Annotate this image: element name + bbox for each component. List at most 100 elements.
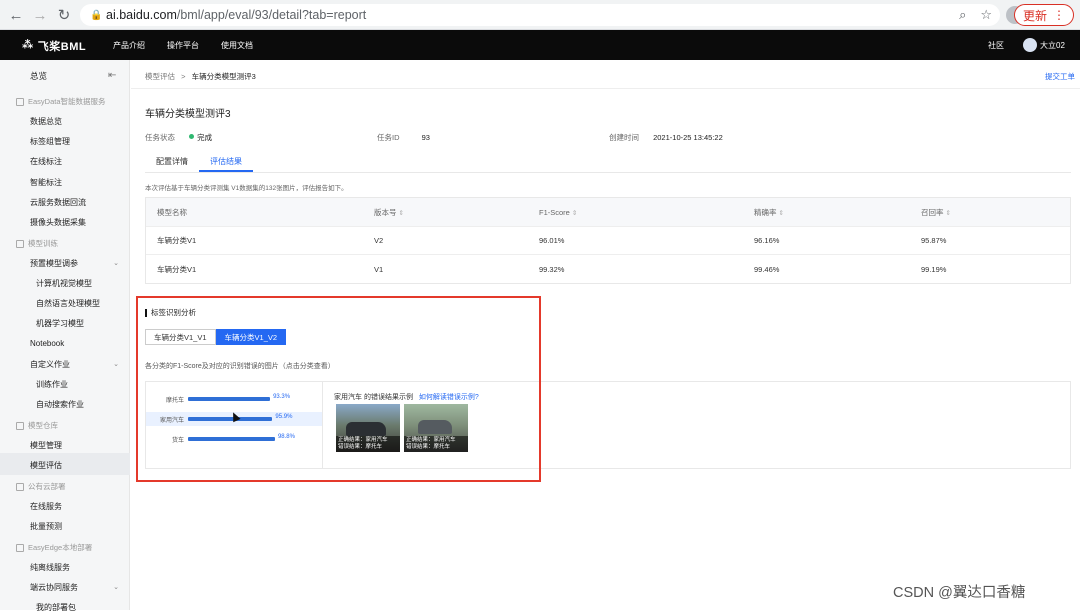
sidebar-item-model-manage[interactable]: 模型管理 [30,440,62,451]
chevron-down-icon[interactable]: ⌄ [113,259,119,267]
header-label: 召回率 [921,207,944,217]
data-service-icon [16,97,24,106]
detail-tabs: 配置详情 评估结果 [145,154,253,172]
zoom-icon[interactable]: ⌕ [959,7,966,23]
reload-icon[interactable]: ↻ [52,3,76,27]
task-id-label: 任务ID [377,133,400,142]
tab-eval-result[interactable]: 评估结果 [199,154,253,172]
header-label: F1-Score [539,207,570,217]
sort-icon[interactable]: ⇕ [399,210,404,217]
cube-icon [16,239,24,248]
col-recall[interactable]: 召回率 ⇕ [910,207,1070,218]
user-avatar[interactable] [1023,38,1037,52]
brand-logo[interactable]: ⁂ 飞桨BML [22,38,86,54]
col-model-name: 模型名称 [146,207,363,218]
forward-icon[interactable]: → [28,3,52,27]
status-value: 完成 [197,133,213,142]
table-header-row: 模型名称 版本号 ⇕ F1-Score ⇕ 精确率 ⇕ 召回率 ⇕ [146,198,1070,227]
cell-precision: 96.16% [754,236,780,245]
page-title: 车辆分类模型测评3 [145,109,231,120]
submit-ticket-link[interactable]: 提交工单 [1045,71,1075,82]
sidebar-item-cloud-backflow[interactable]: 云服务数据回流 [30,197,86,208]
top-menu: 产品介绍 操作平台 使用文档 [113,40,253,51]
create-time-label: 创建时间 [609,133,639,142]
sidebar-item-online-service[interactable]: 在线服务 [30,501,62,512]
status-dot-icon [189,134,195,139]
cell-recall: 95.87% [921,236,947,245]
col-precision[interactable]: 精确率 ⇕ [743,207,910,218]
cell-f1-score: 99.32% [539,264,565,274]
sidebar-item-cv-model[interactable]: 计算机视觉模型 [36,278,92,289]
chevron-down-icon[interactable]: ⌄ [113,583,119,591]
table-row: 车辆分类V1 V2 96.01% 96.16% 95.87% [146,227,1070,255]
breadcrumb: 模型评估 > 车辆分类模型测评3 [145,71,256,82]
warehouse-icon [16,421,24,430]
eval-table: 模型名称 版本号 ⇕ F1-Score ⇕ 精确率 ⇕ 召回率 ⇕ 车辆分类V1 V2 … [145,197,1071,284]
cell-model-name: 车辆分类V1 [157,264,197,274]
browser-toolbar: ← → ↻ 🔒 ai.baidu.com/bml/app/eval/93/det… [0,0,1080,30]
community-link[interactable]: 社区 [988,40,1004,51]
cell-version: V1 [374,264,384,274]
sidebar-item-batch-predict[interactable]: 批量预测 [30,521,62,532]
address-bar[interactable]: 🔒 ai.baidu.com/bml/app/eval/93/detail?ta… [80,4,1000,26]
col-f1-score[interactable]: F1-Score ⇕ [528,208,743,217]
sidebar-group-label: EasyData智能数据服务 [28,97,106,106]
sidebar-item-preset-tune[interactable]: 预置模型调参 [30,258,78,269]
sidebar-item-edge-cloud[interactable]: 端云协同服务 [30,582,78,593]
sidebar-item-smart-label[interactable]: 智能标注 [30,177,62,188]
user-name[interactable]: 大立02 [1040,40,1065,51]
sidebar-item-nlp-model[interactable]: 自然语言处理模型 [36,298,100,309]
table-row: 车辆分类V1 V1 99.32% 99.46% 99.19% [146,255,1070,283]
col-version[interactable]: 版本号 ⇕ [363,207,528,218]
sidebar-item-ml-model[interactable]: 机器学习模型 [36,318,84,329]
task-status: 任务状态 完成 [145,132,212,143]
task-id: 任务ID 93 [377,132,430,143]
cell-model-name: 车辆分类V1 [157,236,197,245]
menu-product-intro[interactable]: 产品介绍 [113,40,145,51]
create-time-value: 2021-10-25 13:45:22 [653,133,723,142]
cell-f1-score: 96.01% [539,236,565,245]
sidebar-item-custom-job[interactable]: 自定义作业 [30,359,70,370]
sidebar-group-label: EasyEdge本地部署 [28,543,93,552]
lock-icon: 🔒 [90,9,103,21]
brand-name: 飞桨BML [37,41,87,53]
annotation-red-box [136,296,541,482]
sort-icon[interactable]: ⇕ [572,210,577,217]
header-label: 模型名称 [157,207,187,217]
sidebar-item-model-eval[interactable]: 模型评估 [30,460,62,471]
sidebar-item-train-job[interactable]: 训练作业 [36,379,68,390]
menu-platform[interactable]: 操作平台 [167,40,199,51]
breadcrumb-parent[interactable]: 模型评估 [145,72,175,81]
header-label: 版本号 [374,207,397,217]
sidebar-group-label: 模型训练 [28,239,58,248]
chevron-down-icon[interactable]: ⌄ [113,360,119,368]
tab-config-detail[interactable]: 配置详情 [145,154,199,172]
sort-icon[interactable]: ⇕ [946,210,951,217]
sidebar-item-my-packages[interactable]: 我的部署包 [36,602,76,613]
back-icon[interactable]: ← [4,3,28,27]
edge-deploy-icon [16,543,24,552]
update-button[interactable]: 更新 ⋮ [1013,4,1074,26]
sidebar-item-data-overview[interactable]: 数据总览 [30,116,62,127]
sidebar-item-notebook[interactable]: Notebook [30,339,64,348]
sidebar-group-easydata: EasyData智能数据服务 [16,96,106,107]
watermark: CSDN @翼达口香糖 [893,585,1026,601]
sidebar-item-online-label[interactable]: 在线标注 [30,156,62,167]
collapse-sidebar-icon[interactable]: ⇤ [108,70,116,81]
sidebar-group-label: 公有云部署 [28,482,66,491]
sidebar-group-training: 模型训练 [16,238,58,249]
sidebar-group-cloud: 公有云部署 [16,481,66,492]
cell-version: V2 [374,236,384,245]
breadcrumb-current: 车辆分类模型测评3 [191,72,256,81]
sidebar-item-auto-search[interactable]: 自动搜索作业 [36,399,84,410]
sort-icon[interactable]: ⇕ [779,210,784,217]
tab-underline [145,172,1071,173]
menu-docs[interactable]: 使用文档 [221,40,253,51]
sidebar-item-overview[interactable]: 总览 [30,70,47,82]
bookmark-star-icon[interactable]: ☆ [980,7,992,23]
sidebar-item-pure-offline[interactable]: 纯离线服务 [30,562,70,573]
sidebar-item-camera[interactable]: 摄像头数据采集 [30,217,86,228]
sidebar: 总览 ⇤ EasyData智能数据服务 数据总览 标签组管理 在线标注 智能标注… [0,60,130,613]
sidebar-item-label-group[interactable]: 标签组管理 [30,136,70,147]
cell-recall: 99.19% [921,264,947,274]
